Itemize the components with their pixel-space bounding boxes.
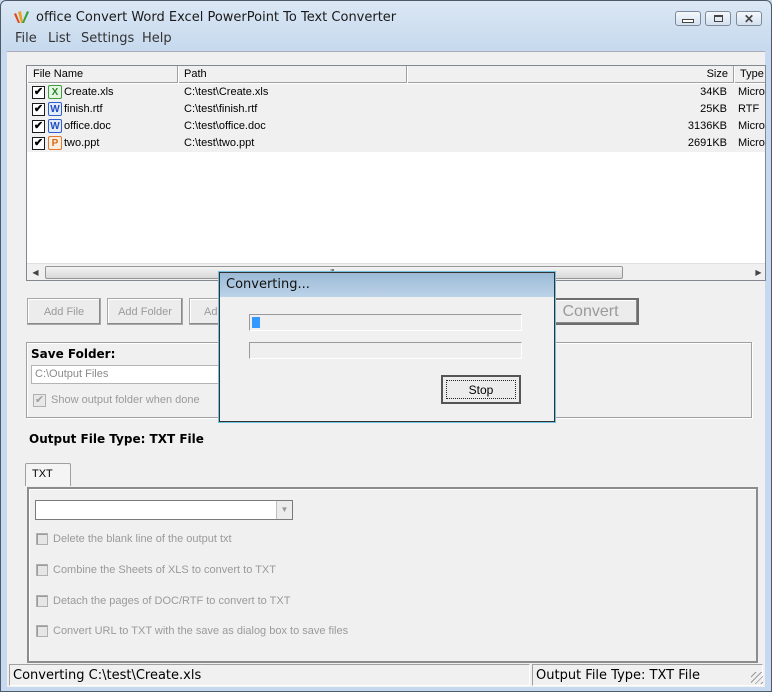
path-cell: C:\test\office.doc (184, 120, 266, 132)
menu-bar: File List Settings Help (7, 29, 765, 49)
type-cell: RTF (738, 103, 760, 115)
option-checkbox[interactable] (36, 625, 48, 637)
file-progress-bar (249, 342, 522, 359)
app-logo-icon (14, 11, 29, 23)
txt-option[interactable]: Convert URL to TXT with the save as dial… (36, 625, 436, 639)
maximize-icon (713, 15, 723, 22)
column-size[interactable]: Size (407, 66, 734, 83)
txt-option[interactable]: Combine the Sheets of XLS to convert to … (36, 564, 436, 578)
status-converting: Converting C:\test\Create.xls (9, 664, 530, 686)
minimize-icon (682, 18, 694, 23)
file-name-cell: two.ppt (64, 137, 100, 149)
scroll-right-arrow-icon[interactable]: ▶ (750, 264, 765, 280)
column-path[interactable]: Path (178, 66, 407, 83)
powerpoint-file-icon: P (48, 136, 62, 150)
stop-button[interactable]: Stop (441, 375, 521, 404)
type-cell: Micro (738, 120, 765, 132)
status-bar: Converting C:\test\Create.xls Output Fil… (7, 662, 765, 686)
output-file-type-label: Output File Type: TXT File (29, 432, 204, 446)
txt-options-panel: ▼ Delete the blank line of the output tx… (27, 487, 758, 663)
file-list-row[interactable]: ✔ Wfinish.rtf C:\test\finish.rtf 25KB RTF (27, 101, 765, 118)
excel-file-icon: X (48, 85, 62, 99)
file-list-header: File Name Path Size Type (27, 66, 765, 83)
overall-progress-fill (252, 317, 260, 328)
dialog-title: Converting... (220, 273, 554, 297)
status-output-type: Output File Type: TXT File (532, 664, 763, 686)
size-cell: 25KB (700, 103, 727, 115)
save-folder-label: Save Folder: (31, 347, 116, 361)
show-output-folder-label: Show output folder when done (51, 394, 200, 406)
txt-option[interactable]: Detach the pages of DOC/RTF to convert t… (36, 595, 436, 609)
path-cell: C:\test\finish.rtf (184, 103, 258, 115)
menu-list[interactable]: List (48, 31, 71, 46)
save-folder-input[interactable]: C:\Output Files (31, 365, 221, 384)
close-icon: ✕ (743, 11, 755, 26)
row-checkbox[interactable]: ✔ (32, 120, 45, 133)
overall-progress-bar (249, 314, 522, 331)
menu-file[interactable]: File (15, 31, 37, 46)
column-type[interactable]: Type (734, 66, 765, 83)
minimize-button[interactable] (675, 11, 701, 26)
converting-dialog: Converting... Stop (219, 272, 555, 422)
file-list-row[interactable]: ✔ Ptwo.ppt C:\test\two.ppt 2691KB Micro (27, 135, 765, 152)
app-window: office Convert Word Excel PowerPoint To … (0, 0, 772, 692)
show-output-folder-checkbox[interactable]: ✔ (33, 394, 46, 407)
title-bar: office Convert Word Excel PowerPoint To … (7, 5, 765, 29)
option-label: Delete the blank line of the output txt (53, 533, 232, 545)
txt-option[interactable]: Delete the blank line of the output txt (36, 533, 436, 547)
path-cell: C:\test\two.ppt (184, 137, 255, 149)
type-cell: Micro (738, 137, 765, 149)
option-checkbox[interactable] (36, 533, 48, 545)
option-label: Convert URL to TXT with the save as dial… (53, 625, 349, 637)
menu-help[interactable]: Help (142, 31, 172, 46)
tab-txt[interactable]: TXT (25, 463, 71, 486)
size-cell: 34KB (700, 86, 727, 98)
scroll-left-arrow-icon[interactable]: ◀ (27, 264, 44, 280)
txt-encoding-dropdown[interactable]: ▼ (35, 500, 293, 520)
file-list[interactable]: File Name Path Size Type ✔ X Create.xls C:\… (26, 65, 766, 281)
option-checkbox[interactable] (36, 564, 48, 576)
menu-settings[interactable]: Settings (81, 31, 134, 46)
file-list-row[interactable]: ✔ X Create.xls C:\test\Create.xls 34KB Micro (27, 84, 765, 101)
size-cell: 2691KB (687, 137, 727, 149)
size-cell: 3136KB (687, 120, 727, 132)
file-list-row[interactable]: ✔ Woffice.doc C:\test\office.doc 3136KB Micr… (27, 118, 765, 135)
path-cell: C:\test\Create.xls (184, 86, 269, 98)
file-list-empty-area (27, 152, 765, 280)
column-file-name[interactable]: File Name (27, 66, 178, 83)
row-checkbox[interactable]: ✔ (32, 103, 45, 116)
option-label: Detach the pages of DOC/RTF to convert t… (53, 595, 291, 607)
row-checkbox[interactable]: ✔ (32, 137, 45, 150)
close-button[interactable]: ✕ (736, 11, 762, 26)
file-name-cell: finish.rtf (64, 103, 103, 115)
resize-grip-icon[interactable] (751, 672, 763, 684)
word-file-icon: W (48, 102, 62, 116)
add-file-button[interactable]: Add File (27, 298, 101, 325)
maximize-button[interactable] (705, 11, 731, 26)
window-title: office Convert Word Excel PowerPoint To … (36, 10, 397, 25)
file-name-cell: office.doc (64, 120, 111, 132)
file-name-cell: Create.xls (64, 86, 114, 98)
option-label: Combine the Sheets of XLS to convert to … (53, 564, 276, 576)
option-checkbox[interactable] (36, 595, 48, 607)
convert-button[interactable]: Convert (542, 298, 639, 325)
type-cell: Micro (738, 86, 765, 98)
add-folder-button[interactable]: Add Folder (107, 298, 183, 325)
row-checkbox[interactable]: ✔ (32, 86, 45, 99)
chevron-down-icon[interactable]: ▼ (276, 501, 292, 519)
word-file-icon: W (48, 119, 62, 133)
